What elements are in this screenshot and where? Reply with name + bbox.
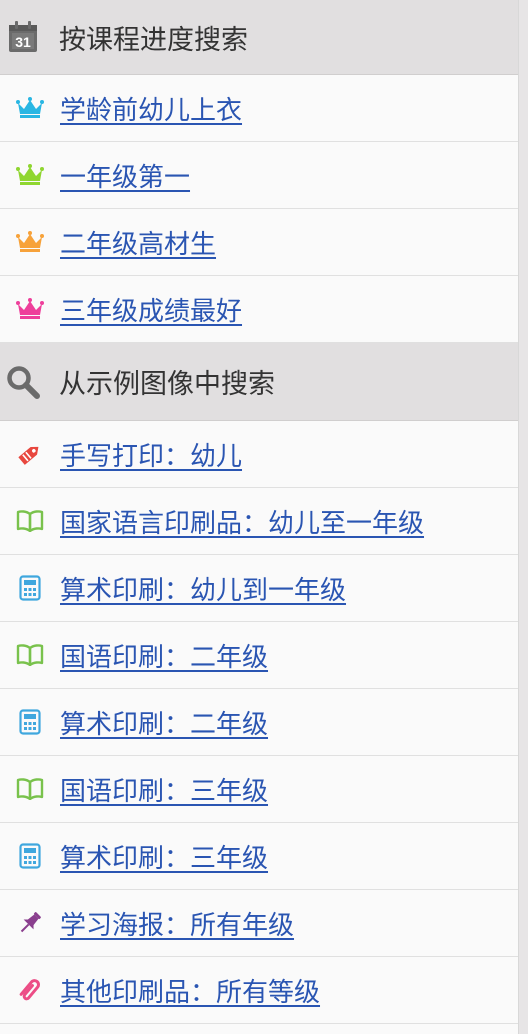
book-icon	[15, 644, 45, 666]
item-label[interactable]: 国家语言印刷品：幼儿至一年级	[60, 503, 424, 540]
list-item-handwriting[interactable]: 手写打印：幼儿	[0, 421, 518, 488]
calculator-icon	[15, 709, 45, 735]
list-item-arithmetic-grade3[interactable]: 算术印刷：三年级	[0, 823, 518, 890]
item-label[interactable]: 国语印刷：二年级	[60, 637, 268, 674]
item-label[interactable]: 算术印刷：幼儿到一年级	[60, 570, 346, 607]
crown-icon	[15, 164, 45, 186]
list-item-chinese-grade2[interactable]: 国语印刷：二年级	[0, 622, 518, 689]
item-label[interactable]: 三年级成绩最好	[60, 291, 242, 328]
item-label[interactable]: 学习海报：所有年级	[60, 905, 294, 942]
crown-icon	[15, 298, 45, 320]
list-item-arithmetic-k1[interactable]: 算术印刷：幼儿到一年级	[0, 555, 518, 622]
item-label[interactable]: 国语印刷：三年级	[60, 771, 268, 808]
list-item-preschool[interactable]: 学龄前幼儿上衣	[0, 75, 518, 142]
paperclip-icon	[15, 976, 45, 1004]
list-item-chinese-grade3[interactable]: 国语印刷：三年级	[0, 756, 518, 823]
list-item-arithmetic-grade2[interactable]: 算术印刷：二年级	[0, 689, 518, 756]
crown-icon	[15, 97, 45, 119]
tag-icon	[15, 441, 45, 467]
calculator-icon	[15, 575, 45, 601]
list-item-posters[interactable]: 学习海报：所有年级	[0, 890, 518, 957]
scrollbar-track[interactable]	[519, 0, 528, 1034]
book-icon	[15, 778, 45, 800]
book-icon	[15, 510, 45, 532]
calendar-day: 31	[15, 34, 31, 50]
list-item-national-language-k1[interactable]: 国家语言印刷品：幼儿至一年级	[0, 488, 518, 555]
crown-icon	[15, 231, 45, 253]
list-item-other-prints[interactable]: 其他印刷品：所有等级	[0, 957, 518, 1024]
section-title: 从示例图像中搜索	[59, 369, 275, 400]
section-title: 按课程进度搜索	[59, 24, 248, 56]
search-sidebar: 31 按课程进度搜索 学龄前幼儿上衣 一年级第一 二年级高材生 三年级成绩最好 …	[0, 0, 519, 1034]
item-label[interactable]: 手写打印：幼儿	[60, 436, 242, 473]
item-label[interactable]: 算术印刷：三年级	[60, 838, 268, 875]
item-label[interactable]: 一年级第一	[60, 157, 190, 194]
item-label[interactable]: 算术印刷：二年级	[60, 704, 268, 741]
section-header-examples: 从示例图像中搜索	[0, 343, 518, 421]
list-item-grade3[interactable]: 三年级成绩最好	[0, 276, 518, 343]
pin-icon	[15, 910, 45, 936]
section-header-progress: 31 按课程进度搜索	[0, 0, 518, 75]
calculator-icon	[15, 843, 45, 869]
search-icon	[3, 365, 43, 399]
item-label[interactable]: 其他印刷品：所有等级	[60, 972, 320, 1009]
list-item-grade2[interactable]: 二年级高材生	[0, 209, 518, 276]
list-item-grade1[interactable]: 一年级第一	[0, 142, 518, 209]
item-label[interactable]: 二年级高材生	[60, 224, 216, 261]
item-label[interactable]: 学龄前幼儿上衣	[60, 90, 242, 127]
calendar-icon: 31	[3, 21, 43, 53]
